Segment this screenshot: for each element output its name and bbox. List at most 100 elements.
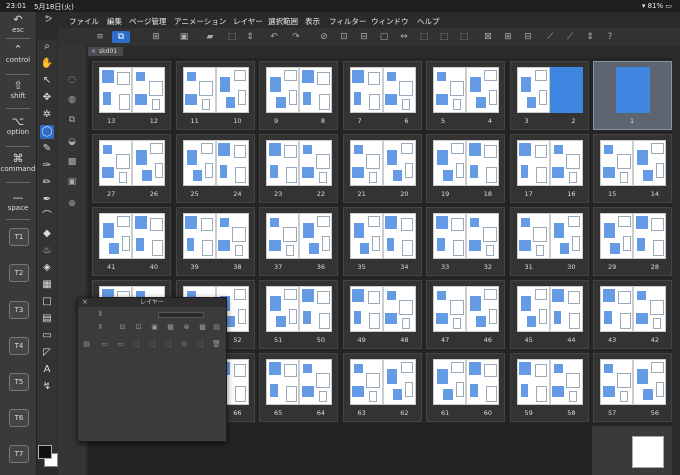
tab-skd01[interactable]: × skd01 [88, 47, 124, 56]
eraser-icon[interactable]: ◆ [40, 227, 54, 241]
mask-icon[interactable]: ⊗ [182, 323, 191, 332]
page-spread[interactable]: 13 12 [92, 61, 171, 130]
move-icon[interactable]: ✥ [40, 91, 54, 105]
page-spread[interactable]: 33 32 [426, 207, 505, 276]
save-icon[interactable]: ⬚ [226, 31, 238, 43]
page-spread[interactable]: 35 34 [342, 207, 422, 276]
menu-page[interactable]: ページ管理 [129, 16, 166, 27]
lock-alpha-icon[interactable]: ▦ [166, 323, 175, 332]
balloon-icon[interactable]: ▭ [40, 329, 54, 343]
page-spread[interactable]: 47 46 [426, 280, 505, 349]
page-spread[interactable]: 17 16 [509, 134, 589, 203]
page-spread[interactable]: 65 64 [259, 353, 338, 422]
touch-button-t3[interactable]: T3 [9, 301, 29, 319]
page-spread[interactable]: 39 38 [175, 207, 255, 276]
snap-special-icon[interactable]: ⊟ [522, 31, 534, 43]
ruler-snap-icon[interactable]: ⟋ [544, 31, 556, 43]
page-spread[interactable]: 43 42 [593, 280, 672, 349]
clear-icon[interactable]: ⊘ [318, 31, 330, 43]
text-icon[interactable]: A [40, 363, 54, 377]
blend-icon[interactable]: ♨ [40, 244, 54, 258]
touch-button-t5[interactable]: T5 [9, 373, 29, 391]
menu-view[interactable]: 表示 [305, 16, 320, 27]
close-icon[interactable]: × [91, 48, 96, 55]
lasso-icon[interactable]: ◯ [40, 125, 54, 139]
close-icon[interactable]: × [82, 298, 88, 307]
combine-icon[interactable]: ⬚ [164, 340, 173, 349]
foreground-color[interactable] [38, 445, 52, 459]
page-spread[interactable]: 21 20 [342, 134, 422, 203]
touch-button-t4[interactable]: T4 [9, 337, 29, 355]
menu-file[interactable]: ファイル [69, 16, 99, 27]
page-spread[interactable]: 76 [342, 61, 422, 130]
page-spread[interactable]: 1 [593, 61, 672, 130]
delete-layer-icon[interactable]: 🗑 [212, 340, 221, 349]
open-icon[interactable]: ▰ [204, 31, 216, 43]
fill-icon[interactable]: ◈ [40, 261, 54, 275]
copy-icon[interactable]: ⊟ [358, 31, 370, 43]
page-spread[interactable]: 31 30 [509, 207, 589, 276]
new-folder-icon[interactable]: ⬚ [132, 340, 141, 349]
zoom-icon[interactable]: ⌕ [40, 40, 54, 54]
page-spread[interactable]: 57 56 [593, 353, 672, 422]
page-manage-icon[interactable]: ⧉ [112, 31, 130, 43]
select-all-icon[interactable]: ⬚ [418, 31, 430, 43]
page-spread[interactable]: 29 28 [593, 207, 672, 276]
undo-icon[interactable]: ↶ [268, 31, 280, 43]
palette-color-icon[interactable]: ▩ [198, 323, 207, 332]
redo-icon[interactable]: ↷ [290, 31, 302, 43]
layer-panel-icon[interactable]: ⧉ [66, 114, 78, 126]
menu-edit[interactable]: 編集 [107, 16, 122, 27]
snap-grid-icon[interactable]: ⊞ [502, 31, 514, 43]
page-spread[interactable]: 59 58 [509, 353, 589, 422]
control-key[interactable]: ⌃ control [0, 44, 36, 65]
material-icon[interactable]: ▣ [66, 176, 78, 188]
clip-icon[interactable]: ⊟ [118, 323, 127, 332]
new-vector-icon[interactable]: ▭ [116, 340, 125, 349]
frame-icon[interactable]: ▤ [40, 312, 54, 326]
mask-add-icon[interactable]: ⊙ [180, 340, 189, 349]
touch-button-t6[interactable]: T6 [9, 409, 29, 427]
pen-icon[interactable]: ✑ [40, 159, 54, 173]
page-spread[interactable]: 11 10 [175, 61, 255, 130]
menu-help[interactable]: ヘルプ [417, 16, 440, 27]
reference-icon[interactable]: ⊡ [134, 323, 143, 332]
page-spread[interactable]: 25 24 [175, 134, 255, 203]
navigator-icon[interactable]: ▩ [66, 156, 78, 168]
page-spread[interactable]: 23 22 [259, 134, 338, 203]
figure-icon[interactable]: □ [40, 295, 54, 309]
color-panel-icon[interactable]: ◒ [66, 136, 78, 148]
page-spread[interactable]: 61 60 [426, 353, 505, 422]
page-spread[interactable]: 32 [509, 61, 589, 130]
help-icon[interactable]: ? [604, 31, 616, 43]
page-spread[interactable]: 49 48 [342, 280, 422, 349]
touch-button-t7[interactable]: T7 [9, 445, 29, 463]
space-key[interactable]: — space [0, 192, 36, 213]
spin-down-icon[interactable]: ⇕ [584, 31, 596, 43]
menu-selection[interactable]: 選択範囲 [268, 16, 298, 27]
deselect-icon[interactable]: ⬚ [438, 31, 450, 43]
option-key[interactable]: ⌥ option [0, 116, 36, 137]
page-spread[interactable]: 98 [259, 61, 338, 130]
draft-icon[interactable]: ▤ [212, 323, 221, 332]
correct-line-icon[interactable]: ↯ [40, 380, 54, 394]
cut-icon[interactable]: ⊡ [338, 31, 350, 43]
page-spread[interactable]: 37 36 [259, 207, 338, 276]
perspective-icon[interactable]: ⟋ [564, 31, 576, 43]
new-icon[interactable]: ⊞ [150, 31, 162, 43]
gradient-icon[interactable]: ▦ [40, 278, 54, 292]
spin-icon[interactable]: ⇕ [96, 323, 105, 332]
opacity-slider[interactable] [158, 312, 204, 318]
eyedropper-icon[interactable]: ✎ [40, 142, 54, 156]
esc-key[interactable]: ↶ esc [0, 14, 36, 35]
new-raster-icon[interactable]: ▭ [100, 340, 109, 349]
touch-button-t1[interactable]: T1 [9, 228, 29, 246]
invert-icon[interactable]: ⬚ [458, 31, 470, 43]
page-spread[interactable]: 27 26 [92, 134, 171, 203]
apply-mask-icon[interactable]: ⬚ [196, 340, 205, 349]
airbrush-icon[interactable]: ⌒ [40, 210, 54, 224]
page-spread[interactable]: 54 [426, 61, 505, 130]
page-spread[interactable]: 19 18 [426, 134, 505, 203]
menu-filter[interactable]: フィルター [329, 16, 366, 27]
page-spread[interactable]: 41 40 [92, 207, 171, 276]
